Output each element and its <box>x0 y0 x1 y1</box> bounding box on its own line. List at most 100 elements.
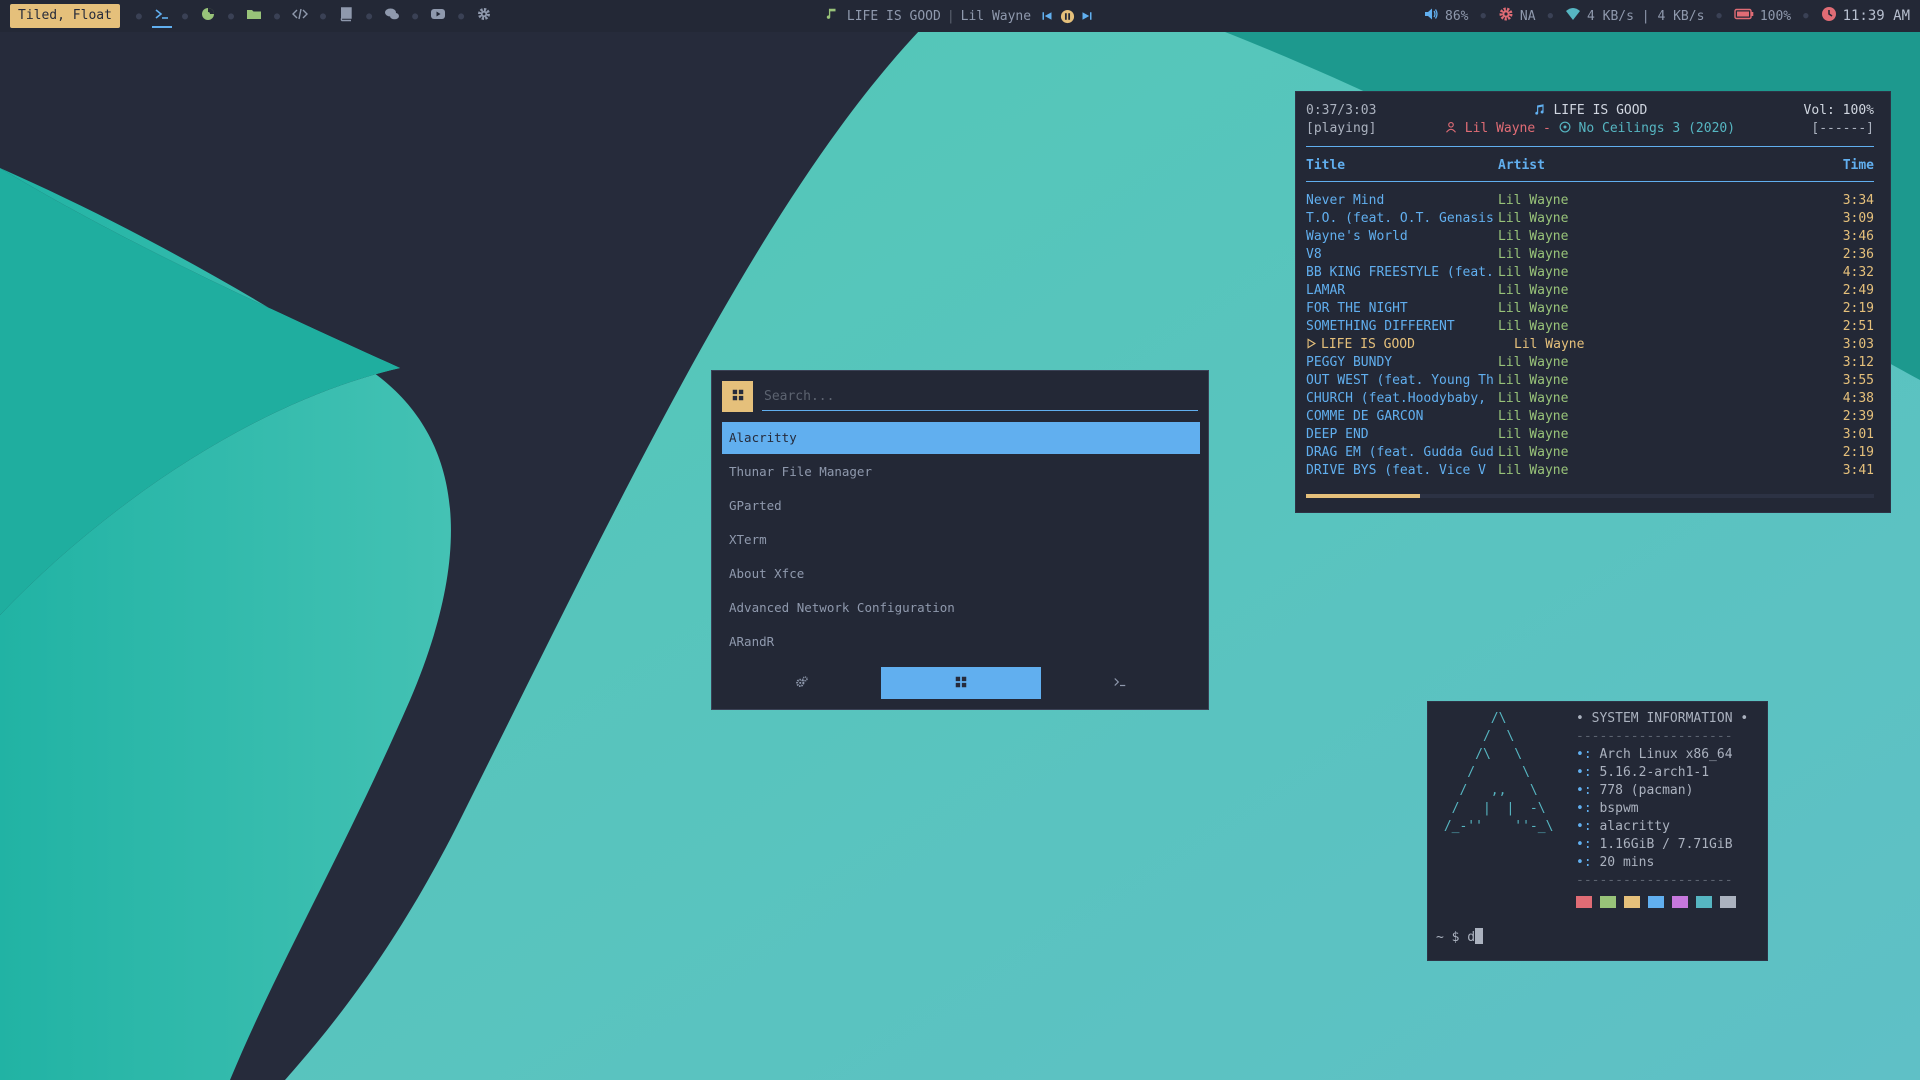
separator-dot: ● <box>320 10 327 22</box>
clock-module[interactable]: 11:39 AM <box>1821 6 1910 26</box>
workspace-browser[interactable] <box>194 4 222 28</box>
track-title-text: DRIVE BYS (feat. Vice V <box>1306 463 1487 478</box>
mode-apps-button[interactable] <box>881 667 1041 699</box>
previous-track-button[interactable] <box>1039 8 1055 24</box>
workspace-chat[interactable] <box>378 4 406 28</box>
info-value: alacritty <box>1599 819 1670 834</box>
track-title-text: T.O. (feat. O.T. Genasis <box>1306 211 1494 226</box>
system-info-line: •: 5.16.2-arch1-1 <box>1576 764 1748 782</box>
track-duration: 2:49 <box>1842 283 1874 298</box>
shell-prompt[interactable]: ~ $ d <box>1436 928 1484 947</box>
track-title: LAMAR <box>1306 282 1494 300</box>
track-duration: 2:19 <box>1842 445 1874 460</box>
launcher-item[interactable]: XTerm <box>722 524 1200 558</box>
launcher-item[interactable]: ARandR <box>722 626 1200 660</box>
track-artist: Lil Wayne <box>1498 355 1569 370</box>
playlist-row[interactable]: DRAG EM (feat. Gudda Gud Lil Wayne 2:19 <box>1306 444 1874 462</box>
song-progress-bar[interactable] <box>1306 494 1874 498</box>
folder-icon <box>246 6 262 26</box>
network-module[interactable]: 4 KB/s | 4 KB/s <box>1565 6 1704 26</box>
chip-icon <box>1498 6 1520 26</box>
track-title-text: DRAG EM (feat. Gudda Gud <box>1306 445 1494 460</box>
system-info-line: •: alacritty <box>1576 818 1748 836</box>
playlist-row[interactable]: SOMETHING DIFFERENT Lil Wayne 2:51 <box>1306 318 1874 336</box>
launcher-item-selected[interactable]: Alacritty <box>722 422 1200 454</box>
arch-logo-ascii: /\ / \ /\ \ / \ / ,, \ / | | -\ /_-'' ''… <box>1443 711 1554 834</box>
playlist[interactable]: Never Mind Lil Wayne 3:34 T.O. (feat. O.T. … <box>1306 192 1874 480</box>
track-title: DEEP END <box>1306 426 1494 444</box>
bar-right: 86% ● NA ● 4 KB/s | 4 KB/s ● 100% ● 11:3… <box>1423 0 1910 32</box>
terminal-window[interactable]: /\ / \ /\ \ / \ / ,, \ / | | -\ /_-'' ''… <box>1427 701 1768 961</box>
music-note-icon <box>1533 103 1554 118</box>
launcher-item[interactable]: Thunar File Manager <box>722 456 1200 490</box>
track-title-text: SOMETHING DIFFERENT <box>1306 319 1455 334</box>
mode-run-button[interactable] <box>1041 667 1200 699</box>
workspace-media[interactable] <box>424 4 452 28</box>
launcher-mode-icon <box>722 381 753 412</box>
playlist-row[interactable]: DRIVE BYS (feat. Vice V Lil Wayne 3:41 <box>1306 462 1874 480</box>
launcher-item[interactable]: Advanced Network Configuration <box>722 592 1200 626</box>
track-title-text: COMME DE GARCON <box>1306 409 1424 424</box>
track-title: Wayne's World <box>1306 228 1494 246</box>
playlist-row[interactable]: DEEP END Lil Wayne 3:01 <box>1306 426 1874 444</box>
playlist-row[interactable]: LAMAR Lil Wayne 2:49 <box>1306 282 1874 300</box>
volume-value: 86% <box>1445 8 1469 24</box>
separator-dot: ● <box>366 10 373 22</box>
bar-left: Tiled, Float ● ● ● ● ● ● ● ● <box>10 4 498 28</box>
separator-dot: ● <box>227 10 235 22</box>
playlist-row[interactable]: FOR THE NIGHT Lil Wayne 2:19 <box>1306 300 1874 318</box>
info-bullet: •: <box>1576 783 1592 798</box>
track-title: CHURCH (feat.Hoodybaby, <box>1306 390 1494 408</box>
track-duration: 3:46 <box>1842 229 1874 244</box>
track-title: T.O. (feat. O.T. Genasis <box>1306 210 1494 228</box>
playlist-row[interactable]: Never Mind Lil Wayne 3:34 <box>1306 192 1874 210</box>
track-title: DRIVE BYS (feat. Vice V <box>1306 462 1494 480</box>
launcher-item[interactable]: About Xfce <box>722 558 1200 592</box>
playlist-row[interactable]: Wayne's World Lil Wayne 3:46 <box>1306 228 1874 246</box>
workspace-files[interactable] <box>240 4 268 28</box>
playlist-row-current[interactable]: LIFE IS GOOD Lil Wayne 3:03 <box>1306 336 1874 354</box>
song-title-text: LIFE IS GOOD <box>1553 103 1648 118</box>
next-track-button[interactable] <box>1079 8 1095 24</box>
track-artist: Lil Wayne <box>1498 427 1569 442</box>
playlist-row[interactable]: PEGGY BUNDY Lil Wayne 3:12 <box>1306 354 1874 372</box>
firefox-icon <box>200 6 216 26</box>
playlist-row[interactable]: T.O. (feat. O.T. Genasis Lil Wayne 3:09 <box>1306 210 1874 228</box>
mode-settings-button[interactable] <box>722 667 881 699</box>
player-flags: [------] <box>1811 121 1874 136</box>
launcher-search-input[interactable] <box>762 383 1198 411</box>
wifi-icon <box>1565 6 1587 26</box>
info-value: 5.16.2-arch1-1 <box>1599 765 1710 780</box>
cpu-value: NA <box>1519 8 1536 24</box>
track-title-text: Wayne's World <box>1306 229 1408 244</box>
playlist-row[interactable]: BB KING FREESTYLE (feat. Lil Wayne 4:32 <box>1306 264 1874 282</box>
layout-indicator[interactable]: Tiled, Float <box>10 4 120 28</box>
now-playing-artist: Lil Wayne <box>960 8 1032 24</box>
music-note-icon <box>825 7 839 25</box>
app-launcher: AlacrittyThunar File ManagerGPartedXTerm… <box>711 370 1209 710</box>
volume-module[interactable]: 86% <box>1423 6 1469 26</box>
track-duration: 2:51 <box>1842 319 1874 334</box>
columns-rule <box>1306 181 1874 182</box>
music-player-window[interactable]: 0:37/3:03 [playing] LIFE IS GOOD Lil Way… <box>1295 91 1891 513</box>
clock-icon <box>1821 6 1843 26</box>
playlist-row[interactable]: OUT WEST (feat. Young Th Lil Wayne 3:55 <box>1306 372 1874 390</box>
playlist-row[interactable]: V8 Lil Wayne 2:36 <box>1306 246 1874 264</box>
separator-dot: ● <box>274 10 281 22</box>
battery-module: 100% <box>1734 6 1791 26</box>
track-artist: Lil Wayne <box>1498 247 1569 262</box>
playlist-row[interactable]: COMME DE GARCON Lil Wayne 2:39 <box>1306 408 1874 426</box>
workspace-terminal[interactable] <box>148 4 176 28</box>
workspace-docs[interactable] <box>332 4 360 28</box>
workspace-code[interactable] <box>286 4 314 28</box>
color-palette <box>1576 896 1748 908</box>
launcher-item[interactable]: GParted <box>722 490 1200 524</box>
column-time: Time <box>1842 158 1874 173</box>
pause-button[interactable] <box>1059 8 1075 24</box>
track-artist: Lil Wayne <box>1498 445 1569 460</box>
separator-dot: ● <box>1803 11 1809 21</box>
playlist-row[interactable]: CHURCH (feat.Hoodybaby, Lil Wayne 4:38 <box>1306 390 1874 408</box>
workspace-settings[interactable] <box>470 4 498 28</box>
track-duration: 3:03 <box>1842 337 1874 352</box>
track-title-text: Never Mind <box>1306 193 1385 208</box>
